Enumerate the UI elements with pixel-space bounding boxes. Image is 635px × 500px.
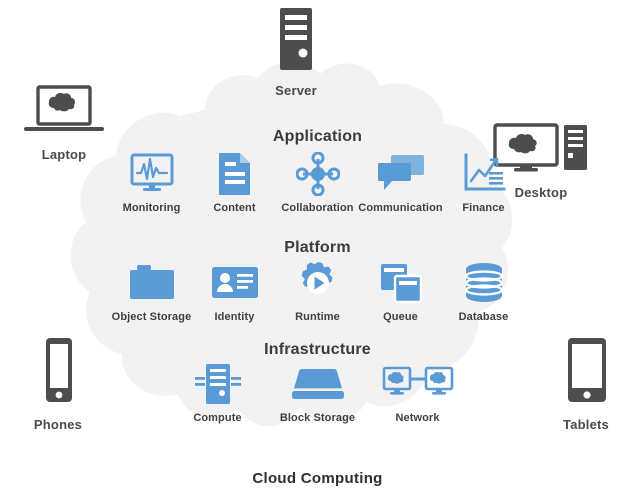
service-label: Database [458,311,509,323]
disk-block-icon [289,362,347,406]
server-tower-icon [271,6,321,77]
service-block-storage: Block Storage [268,362,368,424]
stacked-cards-icon [379,261,423,305]
service-compute: Compute [168,362,268,424]
folder-icon [129,261,175,305]
service-runtime: Runtime [276,261,359,323]
service-row-application: Monitoring Content Collaboration Communi… [0,152,635,214]
service-label: Block Storage [279,412,356,424]
service-collaboration: Collaboration [276,152,359,214]
section-title-platform: Platform [284,239,351,256]
service-label: Queue [383,311,418,323]
document-icon [217,152,253,196]
service-network: Network [368,362,468,424]
monitor-waveform-icon [130,152,174,196]
service-row-platform: Object Storage Identity Runtime Queue Da… [0,261,635,323]
service-label: Finance [462,202,505,214]
diagram-caption: Cloud Computing [252,470,383,487]
device-laptop: Laptop [4,84,124,162]
compute-tower-icon [194,362,242,406]
service-communication: Communication [358,152,443,214]
service-label: Runtime [295,311,340,323]
service-label: Collaboration [281,202,354,214]
service-label: Compute [193,412,242,424]
service-database: Database [442,261,525,323]
speech-bubbles-icon [377,152,425,196]
service-label: Communication [358,202,443,214]
section-title-application: Application [272,128,363,145]
service-object-storage: Object Storage [110,261,193,323]
service-content: Content [193,152,276,214]
device-label: Server [275,83,317,98]
database-cylinder-icon [462,261,506,305]
service-label: Monitoring [122,202,181,214]
service-monitoring: Monitoring [110,152,193,214]
service-finance: Finance [442,152,525,214]
service-label: Content [213,202,256,214]
device-server: Server [236,6,356,98]
two-monitors-link-icon [382,362,454,406]
service-label: Object Storage [111,311,192,323]
service-label: Network [395,412,440,424]
id-card-icon [211,261,259,305]
line-chart-icon [462,152,506,196]
service-identity: Identity [193,261,276,323]
service-queue: Queue [359,261,442,323]
network-nodes-icon [295,152,340,196]
service-label: Identity [214,311,255,323]
cloud-computing-diagram: Server Laptop Desktop Phones Tablets App… [0,0,635,500]
service-row-infrastructure: Compute Block Storage Network [0,362,635,424]
section-title-infrastructure: Infrastructure [264,341,371,358]
gear-play-icon [296,261,340,305]
